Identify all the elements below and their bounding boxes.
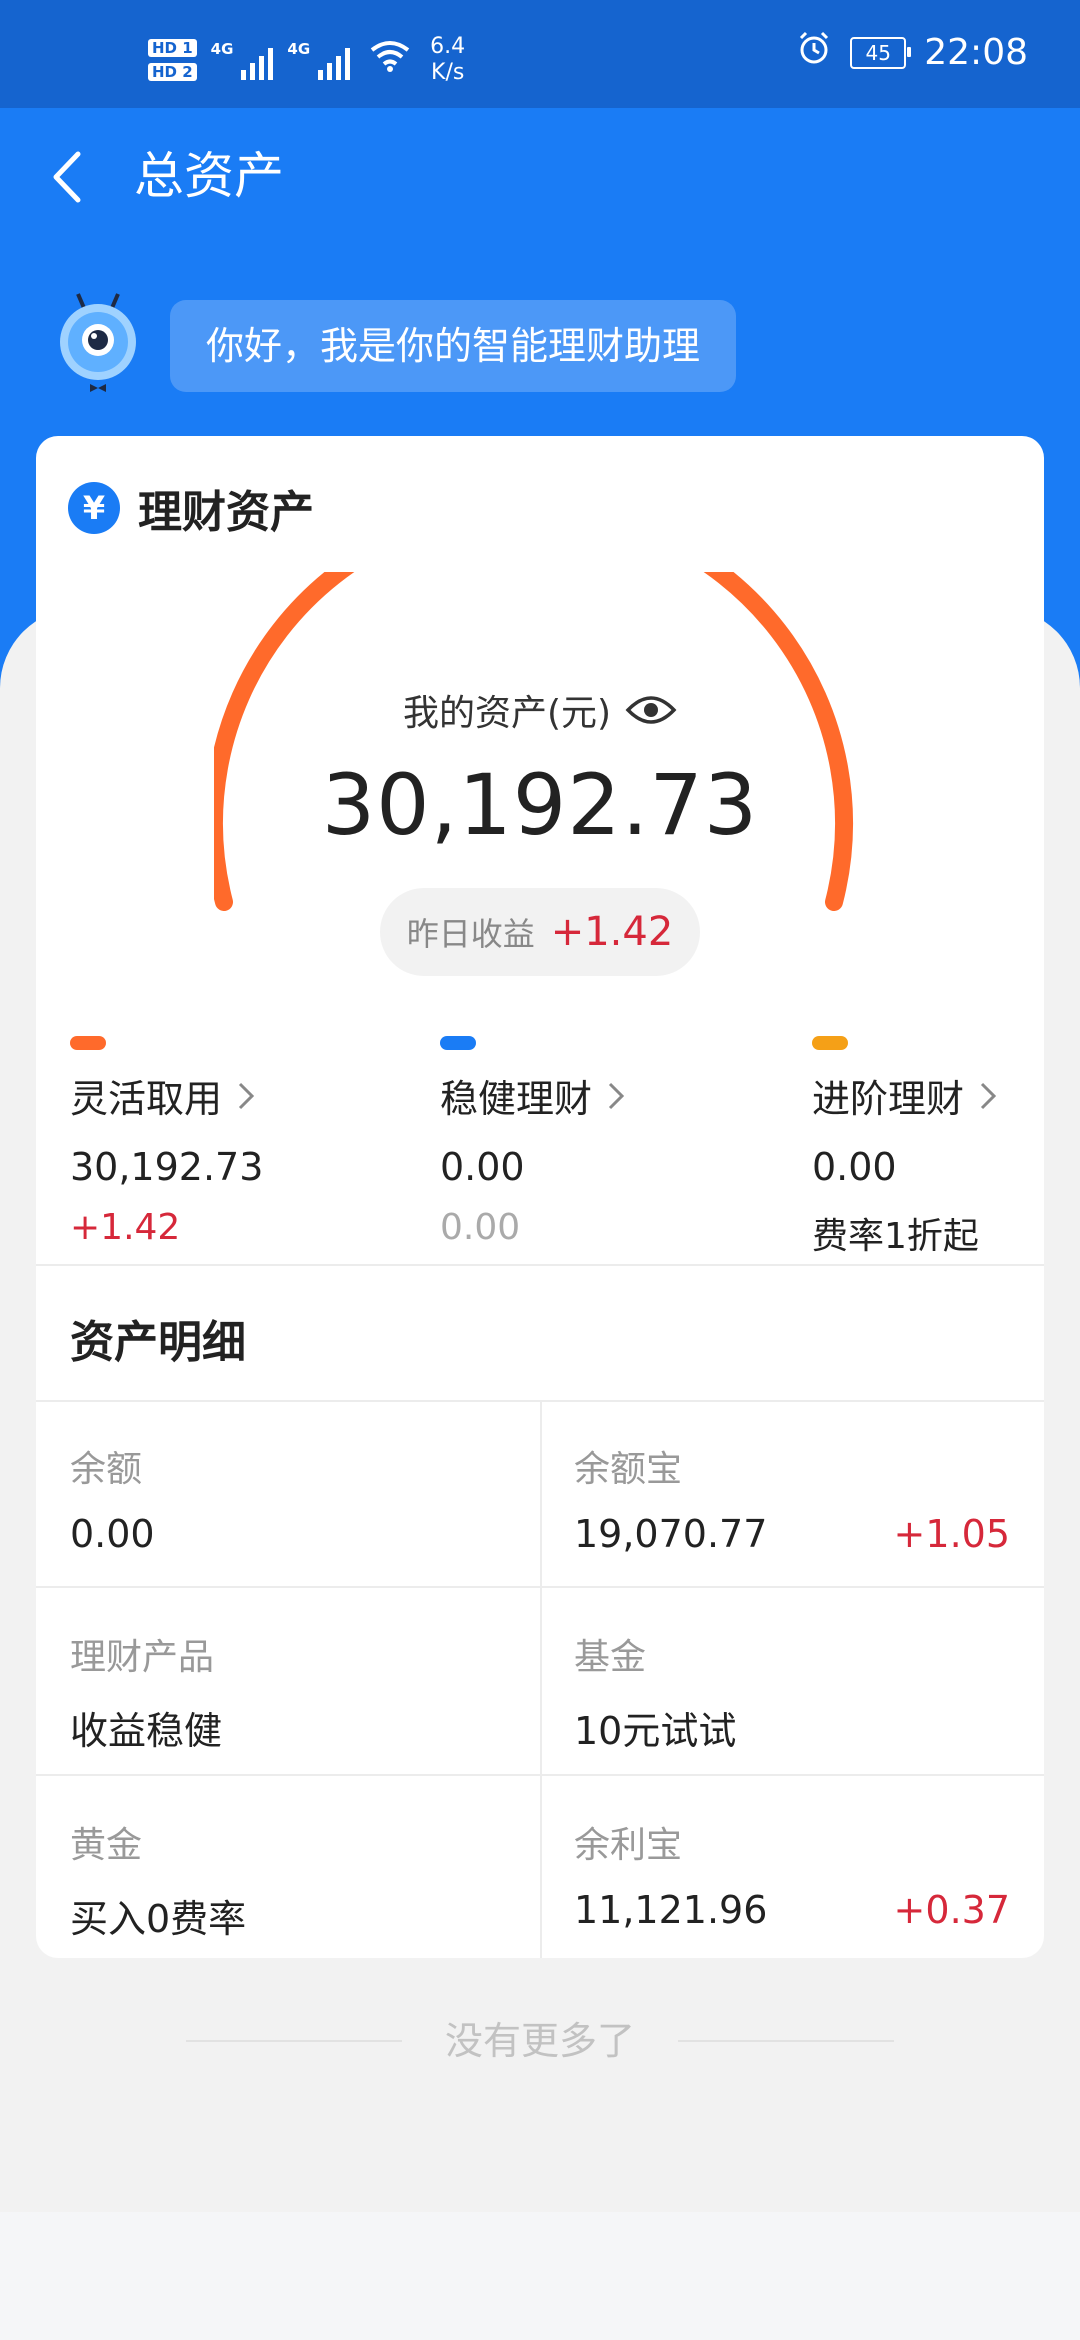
asset-detail-title: 资产明细 [70,1317,246,1368]
grid-vertical-divider [540,1400,542,1958]
category-change: +1.42 [70,1207,181,1248]
yen-icon: ¥ [68,482,120,534]
divider [36,1264,1044,1266]
total-assets-value: 30,192.73 [321,756,759,854]
detail-item-fund[interactable]: 基金 10元试试 [540,1588,1044,1774]
speed-value: 6.4 [430,34,466,59]
detail-item-yuebao[interactable]: 余额宝 19,070.77 +1.05 [540,1400,1044,1586]
detail-value: 买入0费率 [70,1897,247,1941]
category-fee-note: 费率1折起 [812,1216,979,1257]
category-name: 稳健理财 [440,1077,593,1121]
my-assets-label-row: 我的资产(元) [36,684,1044,736]
category-value: 0.00 [440,1145,525,1189]
category-name: 灵活取用 [70,1077,223,1121]
detail-label: 基金 [574,1637,647,1678]
robot-mascot-icon[interactable] [48,288,148,398]
detail-value: 0.00 [70,1512,155,1556]
status-right: 45 22:08 [796,30,1028,75]
status-left: HD 1 HD 2 4G 4G 6.4 K/s [148,34,465,86]
assistant-greeting-bubble[interactable]: 你好，我是你的智能理财助理 [170,300,737,392]
eye-icon[interactable] [625,692,677,728]
battery-level: 45 [865,40,891,65]
category-value: 0.00 [812,1145,897,1189]
category-value: 30,192.73 [70,1145,264,1189]
network-type-2: 4G [287,40,311,58]
my-assets-label: 我的资产(元) [402,693,612,734]
chevron-right-icon [980,1082,997,1109]
category-name-row: 稳健理财 [440,1068,740,1123]
detail-change: +0.37 [893,1888,1010,1932]
status-bar: HD 1 HD 2 4G 4G 6.4 K/s 45 22:08 [0,0,1080,108]
yesterday-earnings-label: 昨日收益 [406,915,535,953]
wifi-icon [370,40,410,81]
detail-value: 11,121.96 [574,1888,768,1932]
detail-value: 19,070.77 [574,1512,768,1556]
category-color-dot [440,1036,476,1050]
clock: 22:08 [924,32,1028,73]
signal-icon: 4G [211,40,274,80]
detail-label: 理财产品 [70,1637,215,1678]
detail-change: +1.05 [893,1512,1010,1556]
hd1-label: HD 1 [148,39,197,57]
category-name-row: 灵活取用 [70,1068,370,1123]
yesterday-earnings-pill: 昨日收益 +1.42 [380,888,700,976]
detail-item-wealth-products[interactable]: 理财产品 收益稳健 [36,1588,540,1774]
chevron-right-icon [608,1082,625,1109]
detail-item-balance[interactable]: 余额 0.00 [36,1400,540,1586]
page-title: 总资产 [134,147,284,205]
detail-label: 余利宝 [574,1825,683,1866]
hd2-label: HD 2 [148,63,197,81]
detail-item-gold[interactable]: 黄金 买入0费率 [36,1776,540,1958]
speed-unit: K/s [431,60,465,85]
detail-item-yulibao[interactable]: 余利宝 11,121.96 +0.37 [540,1776,1044,1958]
detail-label: 余额宝 [574,1449,683,1490]
network-type-1: 4G [210,40,234,58]
category-flexible[interactable]: 灵活取用 30,192.73 +1.42 [70,1036,370,1248]
category-change: 0.00 [440,1207,521,1248]
signal-icon: 4G [287,40,351,80]
card-header: ¥ 理财资产 [68,476,314,540]
category-name-row: 进阶理财 [812,1068,1044,1123]
chevron-right-icon [238,1082,255,1109]
detail-value: 收益稳健 [70,1709,223,1753]
category-name: 进阶理财 [812,1077,965,1121]
category-stable[interactable]: 稳健理财 0.00 0.00 [440,1036,740,1248]
card-title: 理财资产 [138,487,314,538]
detail-value: 10元试试 [574,1709,737,1753]
battery-icon: 45 [850,36,912,69]
end-note-line-right [678,2040,894,2042]
network-speed: 6.4 K/s [430,34,465,86]
end-of-list-note: 没有更多了 [444,2019,635,2063]
detail-label: 余额 [70,1449,143,1490]
category-advanced[interactable]: 进阶理财 0.00 费率1折起 [812,1036,1044,1259]
hd-indicator: HD 1 HD 2 [148,39,197,81]
back-chevron-icon[interactable] [44,142,94,212]
alarm-icon [796,30,832,75]
detail-label: 黄金 [70,1825,143,1866]
yesterday-earnings-value: +1.42 [550,909,674,955]
bottom-area [0,2212,1080,2340]
category-color-dot [812,1036,848,1050]
wealth-assets-card: ¥ 理财资产 我的资产(元) 30,192.73 昨日收益 +1.42 灵活取用… [36,436,1044,1958]
asset-gauge-arc [214,572,853,911]
category-color-dot [70,1036,106,1050]
